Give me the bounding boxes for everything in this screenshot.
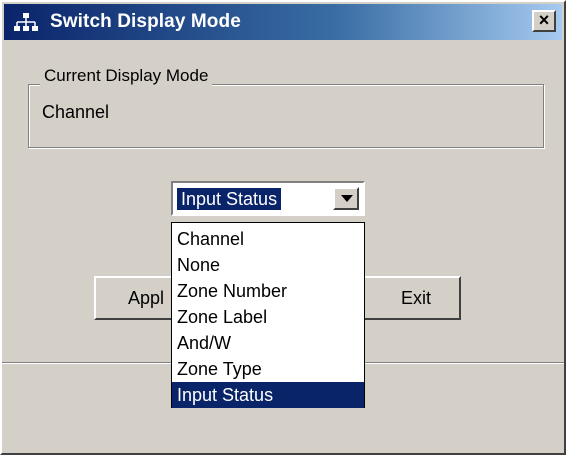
- current-mode-legend: Current Display Mode: [40, 66, 213, 86]
- chevron-down-icon[interactable]: [333, 187, 359, 210]
- dropdown-item-zone-label[interactable]: Zone Label: [172, 304, 364, 330]
- current-mode-value: Channel: [42, 102, 110, 122]
- window-title: Switch Display Mode: [50, 11, 241, 32]
- display-mode-select[interactable]: Input Status: [171, 181, 365, 216]
- dropdown-item-channel[interactable]: Channel: [172, 226, 364, 252]
- close-icon: ×: [538, 10, 550, 30]
- network-tree-icon: [14, 13, 38, 33]
- display-mode-selected-value: Input Status: [177, 188, 282, 210]
- dialog-window: Switch Display Mode × Current Display Mo…: [0, 0, 566, 455]
- dropdown-item-zone-number[interactable]: Zone Number: [172, 278, 364, 304]
- dropdown-item-zone-type[interactable]: Zone Type: [172, 356, 364, 382]
- dropdown-item-and-w[interactable]: And/W: [172, 330, 364, 356]
- display-mode-dropdown-list[interactable]: Channel None Zone Number Zone Label And/…: [171, 222, 365, 408]
- title-bar[interactable]: Switch Display Mode ×: [4, 4, 562, 40]
- dropdown-item-input-status[interactable]: Input Status: [172, 382, 364, 408]
- dropdown-item-none[interactable]: None: [172, 252, 364, 278]
- close-button[interactable]: ×: [532, 10, 556, 32]
